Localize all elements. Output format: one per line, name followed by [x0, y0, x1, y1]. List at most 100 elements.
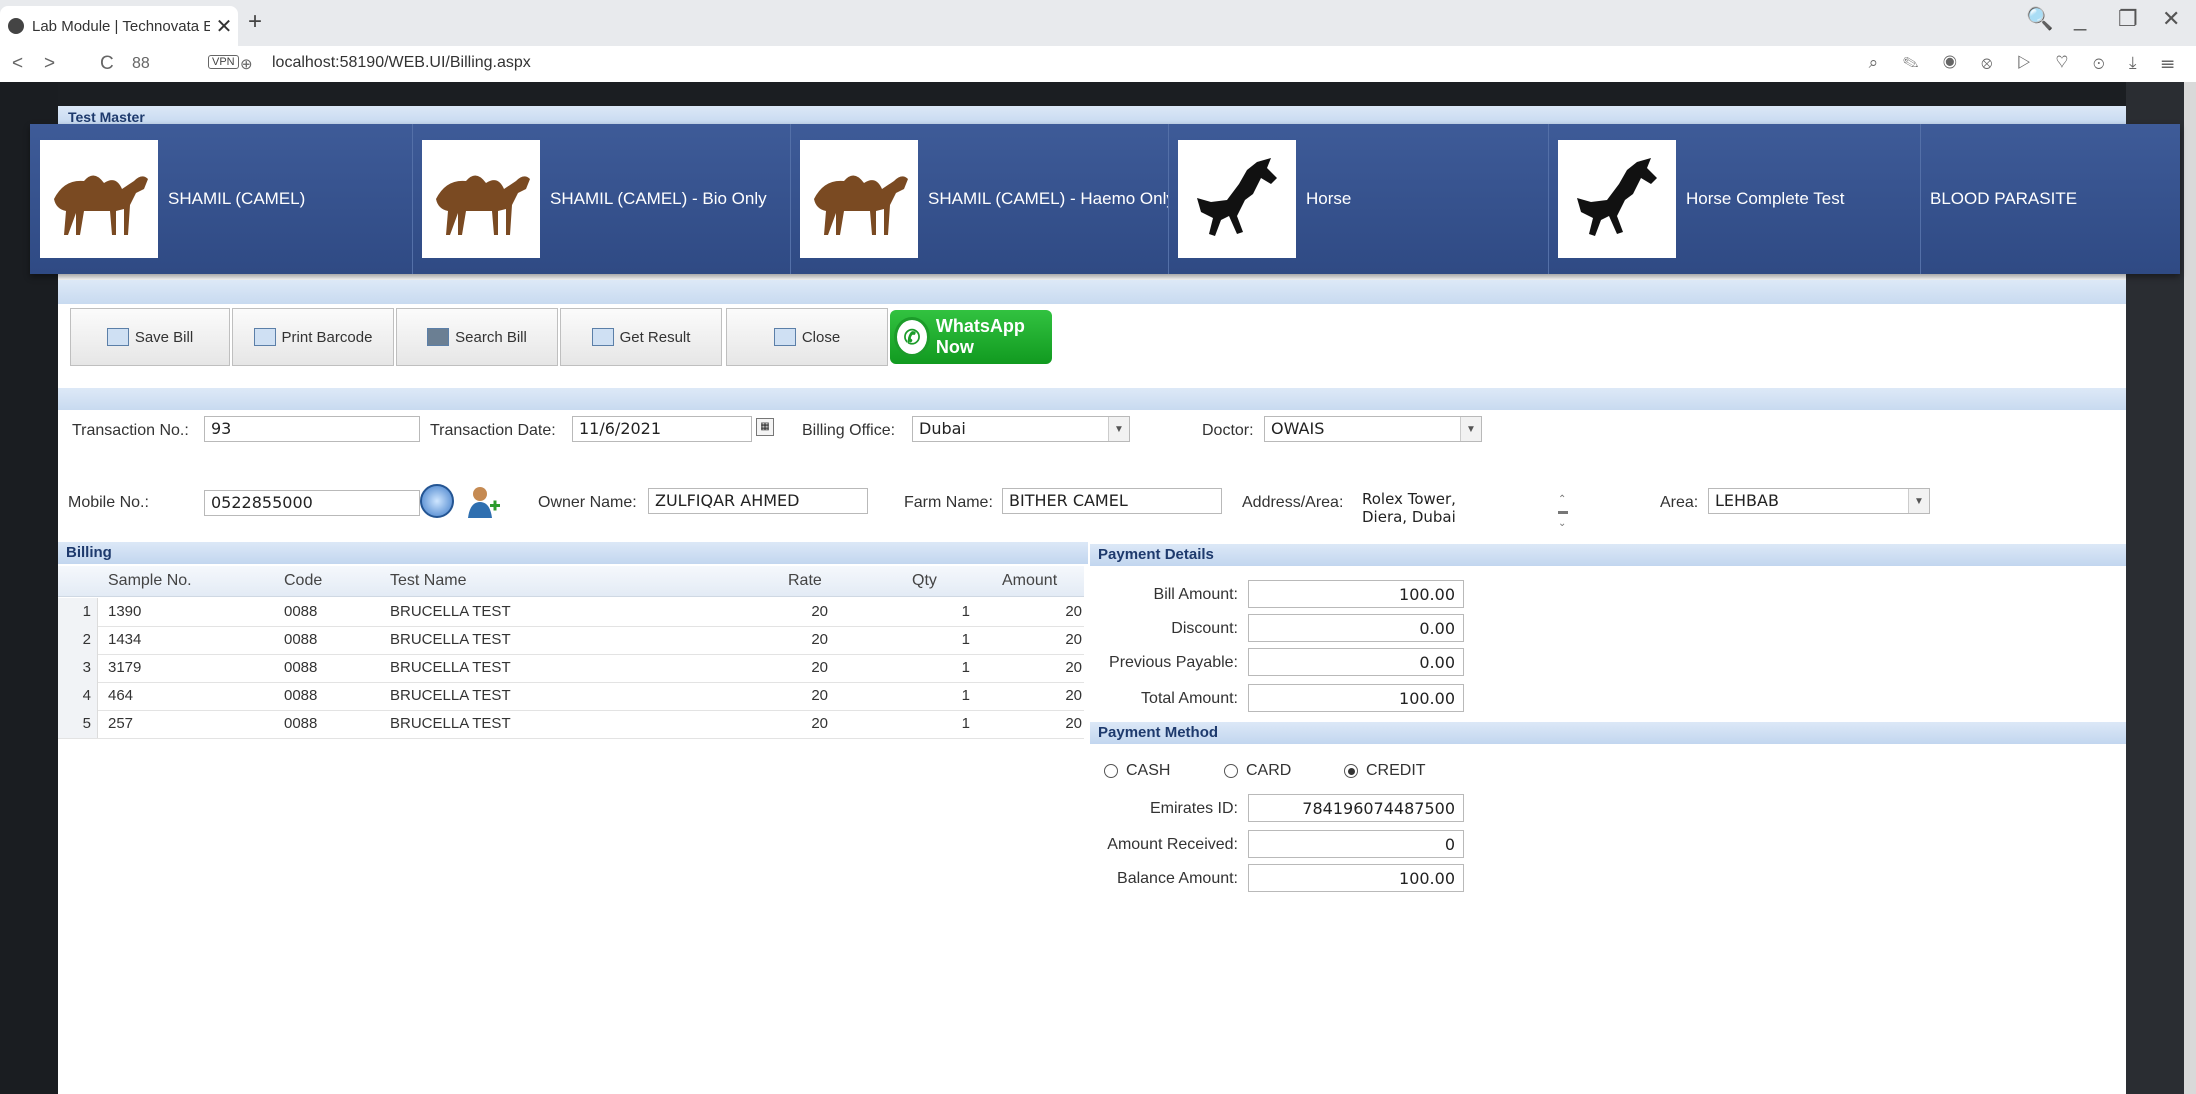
column-test[interactable]: Test Name — [390, 566, 466, 596]
discount-field[interactable]: 0.00 — [1248, 614, 1464, 642]
tab-title: Lab Module | Technovata E — [32, 17, 210, 35]
address-textarea[interactable]: Rolex Tower, Diera, Dubai — [1356, 490, 1558, 534]
site-info-icon[interactable]: ⊕ — [240, 55, 253, 73]
new-tab-button[interactable]: + — [248, 8, 262, 36]
billing-office-select[interactable]: Dubai — [912, 416, 1130, 442]
cell-rate: 20 — [811, 715, 828, 732]
row-number: 4 — [58, 682, 98, 710]
bill-amount-field[interactable]: 100.00 — [1248, 580, 1464, 608]
payment-credit-radio[interactable]: CREDIT — [1344, 762, 1426, 780]
browser-tab[interactable]: Lab Module | Technovata E ✕ — [0, 6, 238, 46]
payment-cash-radio[interactable]: CASH — [1104, 762, 1170, 780]
cell-sample: 1434 — [108, 631, 142, 648]
balance-amount-field[interactable]: 100.00 — [1248, 864, 1464, 892]
cell-sample: 3179 — [108, 659, 142, 676]
tab-close-icon[interactable]: ✕ — [210, 14, 238, 39]
whatsapp-icon: ✆ — [894, 317, 930, 357]
test-card-shamil-bio[interactable]: SHAMIL (CAMEL) - Bio Only — [412, 124, 791, 274]
add-customer-icon[interactable] — [466, 484, 502, 520]
forward-button[interactable]: > — [44, 53, 55, 75]
payment-card-radio[interactable]: CARD — [1224, 762, 1291, 780]
url-field[interactable]: localhost:58190/WEB.UI/Billing.aspx — [272, 54, 531, 72]
previous-payable-field[interactable]: 0.00 — [1248, 648, 1464, 676]
reload-button[interactable]: C — [100, 53, 114, 75]
test-card-label: SHAMIL (CAMEL) — [168, 189, 306, 208]
window-restore-button[interactable]: ❐ — [2118, 6, 2138, 32]
window-search-icon[interactable]: 🔍 — [2026, 6, 2053, 32]
emirates-id-field[interactable]: 784196074487500 — [1248, 794, 1464, 822]
chevron-down-icon[interactable]: ▼ — [1908, 489, 1929, 513]
total-amount-field[interactable]: 100.00 — [1248, 684, 1464, 712]
balance-amount-label: Balance Amount: — [1117, 870, 1238, 887]
close-window-icon — [773, 328, 796, 346]
cell-code: 0088 — [284, 603, 318, 620]
billing-section-header: Billing — [58, 542, 1088, 564]
camel-icon — [422, 140, 540, 258]
cell-qty: 1 — [961, 687, 970, 704]
cell-amount: 20 — [1065, 659, 1082, 676]
back-button[interactable]: < — [12, 53, 23, 75]
horse-icon — [1558, 140, 1676, 258]
previous-payable-label: Previous Payable: — [1109, 654, 1238, 671]
cell-qty: 1 — [961, 659, 970, 676]
browser-toolbar-icons[interactable]: ⌕ ✎ ◉ ⊗ ▷ ♡ ⊙ ⤓ ☰ — [1869, 53, 2184, 73]
test-card-horse[interactable]: Horse — [1168, 124, 1549, 274]
get-result-button[interactable]: Get Result — [560, 308, 722, 366]
cell-amount: 20 — [1065, 631, 1082, 648]
test-card-horse-complete[interactable]: Horse Complete Test — [1548, 124, 1921, 274]
print-barcode-button[interactable]: Print Barcode — [232, 308, 394, 366]
chevron-down-icon[interactable]: ▼ — [1460, 417, 1481, 441]
area-label: Area: — [1660, 494, 1699, 511]
chevron-down-icon[interactable]: ▼ — [1108, 417, 1129, 441]
test-card-label: Horse Complete Test — [1686, 189, 1845, 208]
transaction-date-field[interactable]: 11/6/2021 — [572, 416, 752, 442]
browser-tab-bar: Lab Module | Technovata E ✕ + 🔍 _ ❐ ✕ — [0, 0, 2196, 46]
cell-rate: 20 — [811, 687, 828, 704]
table-row[interactable]: 4 464 0088 BRUCELLA TEST 20 1 20 — [58, 682, 1084, 711]
search-customer-icon[interactable] — [420, 484, 454, 518]
column-code[interactable]: Code — [284, 566, 322, 596]
save-bill-button[interactable]: Save Bill — [70, 308, 230, 366]
search-bill-button[interactable]: Search Bill — [396, 308, 558, 366]
speed-dial-button[interactable]: 88 — [132, 55, 150, 73]
mobile-label: Mobile No.: — [68, 494, 149, 511]
column-qty[interactable]: Qty — [912, 566, 937, 596]
page-scrollbar[interactable] — [2184, 82, 2196, 1094]
owner-name-field[interactable]: ZULFIQAR AHMED — [648, 488, 868, 514]
farm-name-field[interactable]: BITHER CAMEL — [1002, 488, 1222, 514]
payment-method-header: Payment Method — [1090, 722, 2126, 744]
table-row[interactable]: 2 1434 0088 BRUCELLA TEST 20 1 20 — [58, 626, 1084, 655]
close-button[interactable]: Close — [726, 308, 888, 366]
area-select[interactable]: LEHBAB — [1708, 488, 1930, 514]
column-sample[interactable]: Sample No. — [108, 566, 192, 596]
discount-label: Discount: — [1171, 620, 1238, 637]
cell-qty: 1 — [961, 715, 970, 732]
whatsapp-now-button[interactable]: ✆ WhatsApp Now — [890, 310, 1052, 364]
test-card-label: SHAMIL (CAMEL) - Bio Only — [550, 189, 767, 208]
test-card-shamil-haemo[interactable]: SHAMIL (CAMEL) - Haemo Only — [790, 124, 1169, 274]
window-minimize-button[interactable]: _ — [2074, 6, 2086, 32]
toolbar-strip — [58, 280, 2126, 304]
amount-received-field[interactable]: 0 — [1248, 830, 1464, 858]
cell-test: BRUCELLA TEST — [390, 603, 511, 620]
textarea-scroll-icon[interactable]: ⌃ ▬ ⌄ — [1558, 494, 1568, 530]
column-amount[interactable]: Amount — [1002, 566, 1057, 596]
cell-test: BRUCELLA TEST — [390, 631, 511, 648]
doctor-select[interactable]: OWAIS — [1264, 416, 1482, 442]
test-card-shamil[interactable]: SHAMIL (CAMEL) — [30, 124, 413, 274]
column-rate[interactable]: Rate — [788, 566, 822, 596]
table-row[interactable]: 3 3179 0088 BRUCELLA TEST 20 1 20 — [58, 654, 1084, 683]
transaction-date-label: Transaction Date: — [430, 422, 556, 439]
calendar-icon[interactable]: ▦ — [756, 418, 774, 436]
address-line: Diera, Dubai — [1362, 508, 1456, 526]
test-card-blood-parasite[interactable]: BLOOD PARASITE — [1920, 124, 2180, 274]
table-row[interactable]: 5 257 0088 BRUCELLA TEST 20 1 20 — [58, 710, 1084, 739]
cell-code: 0088 — [284, 659, 318, 676]
cell-code: 0088 — [284, 631, 318, 648]
vpn-badge[interactable]: VPN — [208, 55, 239, 69]
table-row[interactable]: 1 1390 0088 BRUCELLA TEST 20 1 20 — [58, 598, 1084, 627]
mobile-field[interactable]: 0522855000 — [204, 490, 420, 516]
payment-details-header: Payment Details — [1090, 544, 2126, 566]
window-close-button[interactable]: ✕ — [2162, 6, 2180, 32]
transaction-no-field[interactable]: 93 — [204, 416, 420, 442]
